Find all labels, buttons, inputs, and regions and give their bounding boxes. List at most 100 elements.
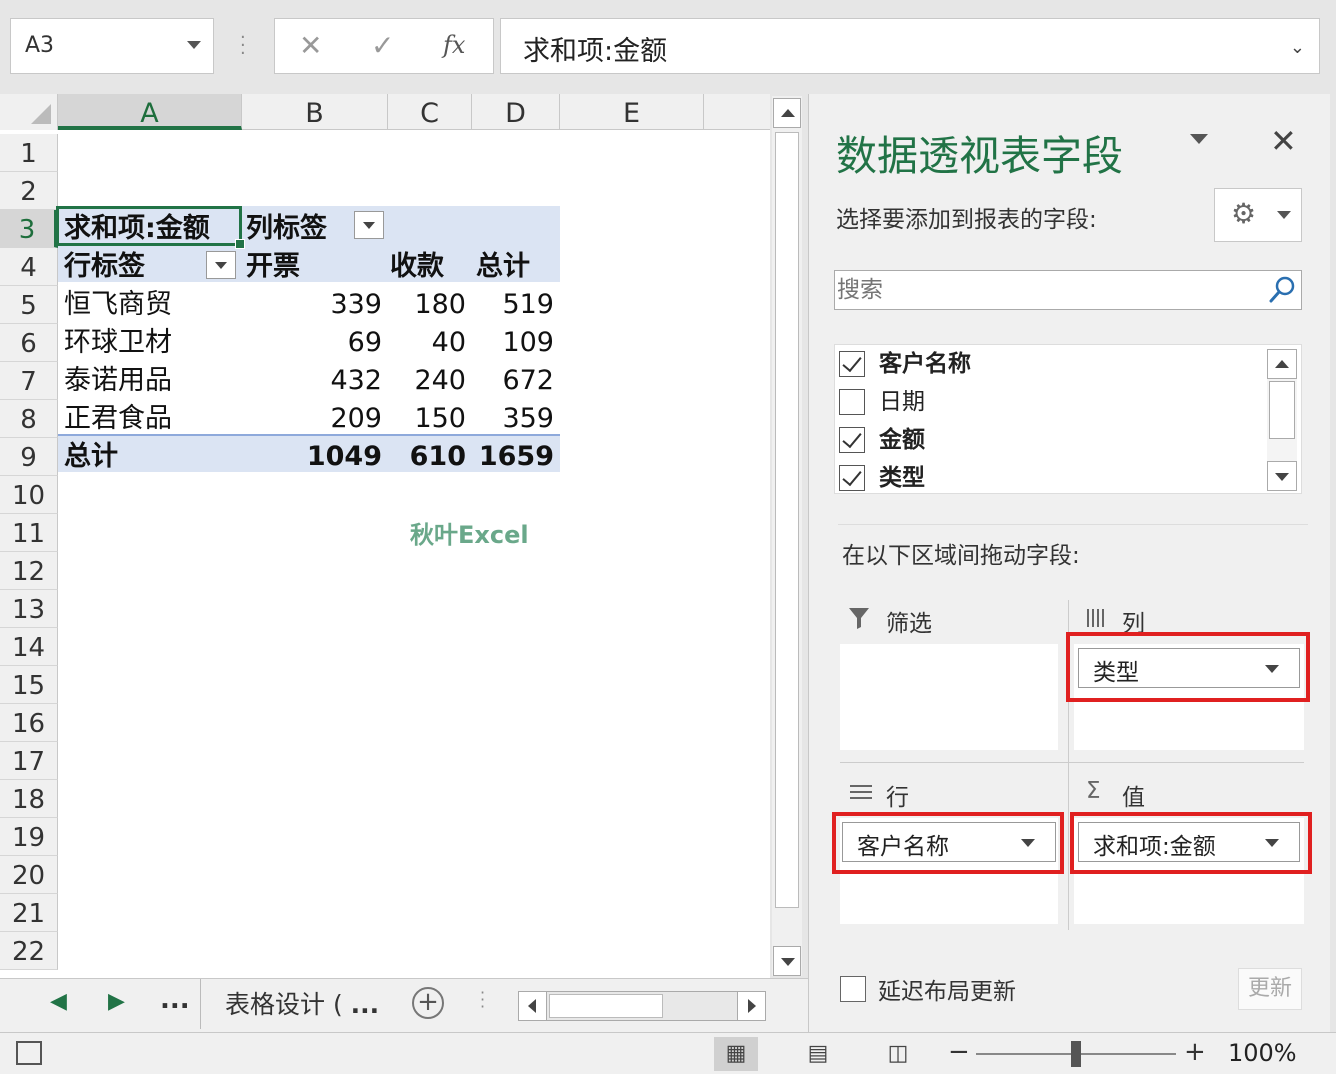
field-checkbox[interactable] [839, 427, 865, 453]
row-header[interactable]: 14 [0, 628, 58, 666]
pivot-cell[interactable]: 672 [472, 362, 554, 400]
row-header[interactable]: 20 [0, 856, 58, 894]
column-header-a[interactable]: A [58, 94, 242, 130]
add-sheet-button[interactable]: + [412, 987, 444, 1019]
pivot-cell[interactable]: 150 [388, 400, 466, 438]
row-header[interactable]: 17 [0, 742, 58, 780]
row-header[interactable]: 11 [0, 514, 58, 552]
next-sheet-icon[interactable]: ▶ [108, 989, 125, 1014]
row-header[interactable]: 8 [0, 400, 58, 438]
row-header[interactable]: 9 [0, 438, 58, 476]
pivot-total-label[interactable]: 总计 [64, 438, 118, 476]
scroll-left-button[interactable] [519, 992, 547, 1020]
select-all-corner[interactable] [0, 94, 58, 130]
page-break-view-icon[interactable]: ◫ [876, 1037, 920, 1071]
close-icon[interactable]: ✕ [1270, 122, 1297, 160]
pivot-row-label[interactable]: 行标签 [64, 248, 145, 286]
normal-view-icon[interactable]: ▦ [714, 1037, 758, 1071]
insert-function-icon[interactable]: fx [443, 31, 465, 59]
pivot-total-cell[interactable]: 610 [388, 438, 466, 476]
row-header[interactable]: 6 [0, 324, 58, 362]
search-icon[interactable] [1267, 273, 1297, 307]
pivot-col-label[interactable]: 列标签 [246, 210, 327, 248]
row-header[interactable]: 4 [0, 248, 58, 286]
field-checkbox[interactable] [839, 351, 865, 377]
row-header[interactable]: 2 [0, 172, 58, 210]
zoom-slider-handle[interactable] [1071, 1041, 1081, 1067]
field-checkbox[interactable] [839, 389, 865, 415]
row-header[interactable]: 10 [0, 476, 58, 514]
row-header[interactable]: 13 [0, 590, 58, 628]
row-header[interactable]: 7 [0, 362, 58, 400]
field-item-type[interactable]: 类型 [839, 461, 1259, 499]
pivot-cell[interactable]: 109 [472, 324, 554, 362]
field-list-scrollbar[interactable] [1267, 349, 1297, 491]
pivot-cell[interactable]: 359 [472, 400, 554, 438]
pivot-row-name[interactable]: 恒飞商贸 [64, 286, 172, 324]
update-button[interactable]: 更新 [1238, 968, 1302, 1010]
zoom-level[interactable]: 100% [1228, 1039, 1297, 1067]
field-item-amount[interactable]: 金额 [839, 423, 1259, 461]
scroll-up-button[interactable] [1267, 349, 1297, 379]
pivot-cell[interactable]: 519 [472, 286, 554, 324]
pivot-col-head[interactable]: 收款 [390, 248, 444, 286]
pivot-cell[interactable]: 339 [242, 286, 382, 324]
cancel-icon[interactable]: ✕ [299, 29, 322, 62]
row-header[interactable]: 18 [0, 780, 58, 818]
row-header[interactable]: 21 [0, 894, 58, 932]
row-header[interactable]: 1 [0, 134, 58, 172]
pivot-cell[interactable]: 240 [388, 362, 466, 400]
pivot-col-head[interactable]: 开票 [246, 248, 300, 286]
scroll-up-button[interactable] [773, 98, 801, 128]
row-header[interactable]: 3 [0, 210, 58, 248]
defer-checkbox[interactable] [840, 976, 866, 1002]
pivot-cell[interactable]: 69 [242, 324, 382, 362]
vertical-scrollbar[interactable] [772, 96, 802, 976]
field-item-date[interactable]: 日期 [839, 385, 1259, 423]
field-checkbox[interactable] [839, 465, 865, 491]
row-header[interactable]: 22 [0, 932, 58, 970]
row-header[interactable]: 5 [0, 286, 58, 324]
pivot-row-name[interactable]: 正君食品 [64, 400, 172, 438]
column-header-d[interactable]: D [472, 94, 560, 130]
pivot-cell[interactable]: 432 [242, 362, 382, 400]
macro-record-icon[interactable] [16, 1041, 42, 1065]
horizontal-scrollbar[interactable] [518, 991, 766, 1021]
pivot-cell[interactable]: 209 [242, 400, 382, 438]
horizontal-scroll-thumb[interactable] [549, 994, 663, 1018]
field-item-customer[interactable]: 客户名称 [839, 347, 1259, 385]
expand-formula-icon[interactable]: ⌄ [1290, 37, 1305, 58]
scroll-down-button[interactable] [1267, 461, 1297, 491]
splitter-handle-icon[interactable]: · · · [480, 985, 485, 1015]
pivot-total-cell[interactable]: 1049 [242, 438, 382, 476]
scroll-down-button[interactable] [773, 946, 801, 976]
row-header[interactable]: 15 [0, 666, 58, 704]
row-header[interactable]: 19 [0, 818, 58, 856]
tools-button[interactable]: ⚙ [1214, 188, 1302, 242]
field-search[interactable] [834, 270, 1302, 310]
row-filter-button[interactable] [206, 251, 236, 279]
pivot-col-head[interactable]: 总计 [476, 248, 530, 286]
pivot-total-cell[interactable]: 1659 [472, 438, 554, 476]
zoom-in-button[interactable]: + [1184, 1037, 1206, 1067]
sheet-tab[interactable]: 表格设计 ( ... [200, 979, 403, 1029]
column-filter-button[interactable] [354, 211, 384, 239]
column-header-b[interactable]: B [242, 94, 388, 130]
scroll-thumb[interactable] [1269, 381, 1295, 439]
pivot-cell[interactable]: 40 [388, 324, 466, 362]
pivot-row-name[interactable]: 环球卫材 [64, 324, 172, 362]
page-layout-view-icon[interactable]: ▤ [796, 1037, 840, 1071]
formula-input[interactable]: 求和项:金额 ⌄ [500, 18, 1320, 74]
pivot-row-name[interactable]: 泰诺用品 [64, 362, 172, 400]
zoom-out-button[interactable]: − [948, 1037, 970, 1067]
scroll-thumb[interactable] [775, 132, 799, 908]
filter-drop-area[interactable] [840, 644, 1058, 750]
row-header[interactable]: 12 [0, 552, 58, 590]
prev-sheet-icon[interactable]: ◀ [50, 989, 67, 1014]
more-sheets-button[interactable]: ... [160, 985, 190, 1015]
pane-options-chevron-icon[interactable] [1190, 134, 1208, 144]
row-header[interactable]: 16 [0, 704, 58, 742]
column-header-e[interactable]: E [560, 94, 704, 130]
enter-icon[interactable]: ✓ [371, 29, 394, 62]
name-box[interactable]: A3 [10, 18, 214, 74]
